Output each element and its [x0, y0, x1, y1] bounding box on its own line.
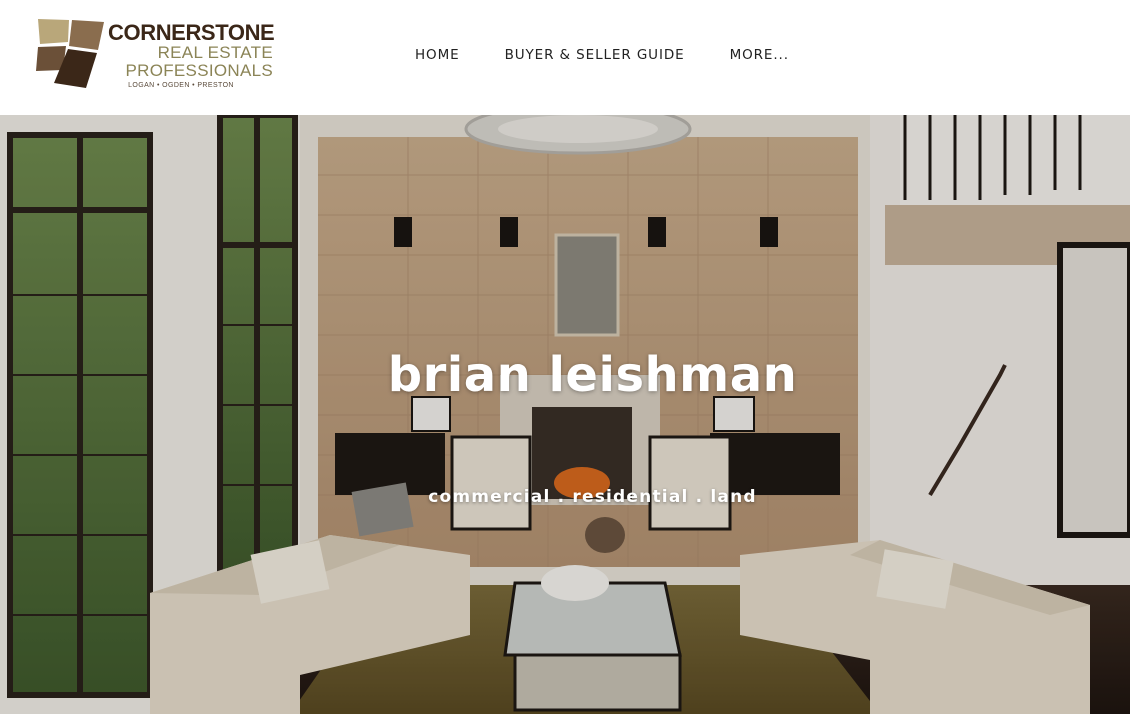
logo-locations: LOGAN • OGDEN • PRESTON: [128, 82, 234, 89]
logo-name-line3: PROFESSIONALS: [125, 61, 273, 80]
site-header: CORNERSTONE REAL ESTATE PROFESSIONALS LO…: [0, 0, 1130, 115]
logo-name-line2: REAL ESTATE: [157, 43, 273, 62]
living-room-photo: [0, 115, 1130, 714]
nav-buyer-seller-guide[interactable]: BUYER & SELLER GUIDE: [505, 46, 685, 64]
nav-more[interactable]: MORE...: [730, 46, 789, 64]
logo-mark-icon: [36, 19, 104, 88]
logo-text: CORNERSTONE REAL ESTATE PROFESSIONALS LO…: [108, 20, 275, 91]
hero-title: brian leishman: [387, 347, 798, 403]
hero-subtitle: commercial . residential . land: [428, 487, 757, 507]
main-nav: HOME BUYER & SELLER GUIDE MORE...: [415, 46, 789, 64]
hero-banner: brian leishman commercial . residential …: [0, 115, 1130, 714]
company-logo[interactable]: CORNERSTONE REAL ESTATE PROFESSIONALS LO…: [36, 16, 275, 91]
nav-home[interactable]: HOME: [415, 46, 460, 64]
logo-name-line1: CORNERSTONE: [108, 20, 275, 45]
